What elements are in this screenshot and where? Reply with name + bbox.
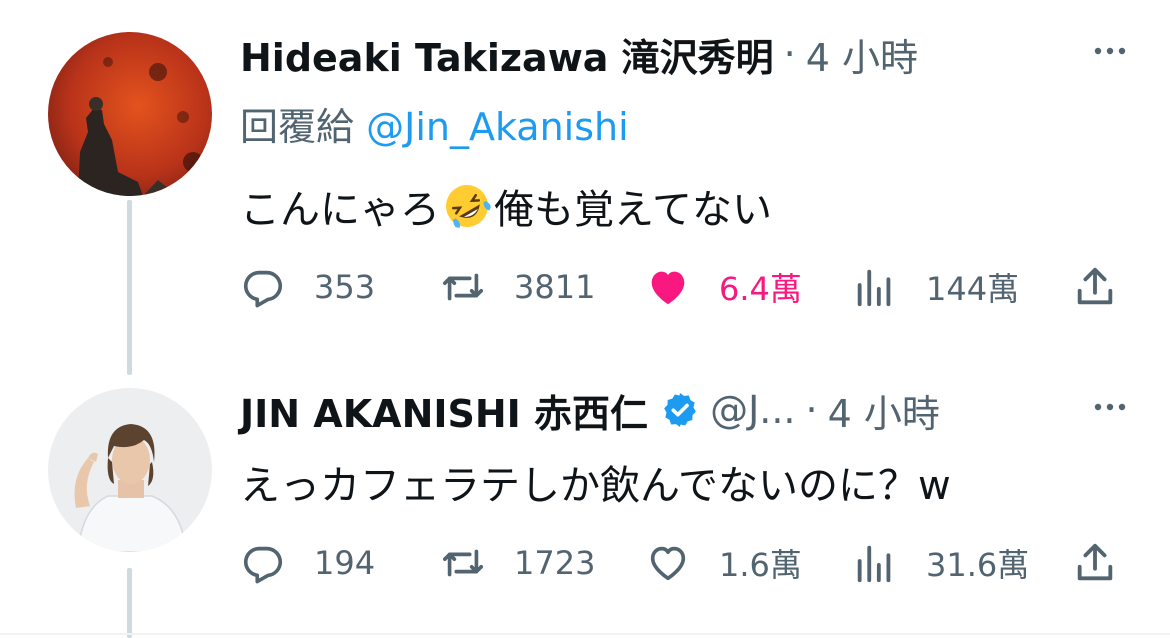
retweet-icon [442,549,484,577]
reply-context: 回覆給 @Jin_Akanishi [240,96,629,151]
views-count: 144萬 [926,270,1020,308]
like-button[interactable]: 1.6萬 [645,538,802,588]
reply-mention-link[interactable]: @Jin_Akanishi [366,105,629,149]
tweet-text-part-1: こんにゃろ [240,187,440,233]
separator-dot: · [783,32,796,76]
avatar-jin[interactable] [48,388,212,552]
more-icon[interactable] [1090,392,1130,422]
more-icon[interactable] [1090,36,1130,66]
views-count: 31.6萬 [926,546,1030,584]
retweet-button[interactable]: 1723 [440,538,595,588]
views-button[interactable]: 31.6萬 [852,538,1029,588]
like-count: 1.6萬 [719,546,802,584]
views-button[interactable]: 144萬 [852,262,1019,312]
reply-button[interactable]: 194 [240,538,375,588]
like-icon [650,546,686,581]
share-button[interactable] [1072,538,1146,588]
reply-icon [243,270,283,308]
reply-prefix: 回覆給 [240,105,355,149]
timestamp[interactable]: 4 小時 [828,383,940,438]
tweet-text: こんにゃろ 俺も覚えてない [240,176,772,236]
reply-icon [243,546,283,584]
tweet-text-part-2: 俺も覚えてない [494,187,772,233]
tweet-text: えっカフェラテしか飲んでないのに？w [240,452,951,512]
tweet-text-body: えっカフェラテしか飲んでないのに？w [240,463,951,509]
action-bar: 194 1723 1.6萬 31.6萬 [240,538,1120,588]
share-icon [1077,543,1113,581]
action-bar: 353 3811 6.4萬 144萬 [240,262,1120,312]
verified-badge-icon [660,390,700,430]
share-icon [1077,267,1113,305]
retweet-count: 3811 [514,268,596,306]
tweet-1[interactable]: Hideaki Takizawa 滝沢秀明 · 4 小時 回覆給 @Jin_Ak… [0,0,1170,375]
retweet-icon [442,273,484,301]
author-name[interactable]: JIN AKANISHI 赤西仁 [240,383,648,438]
separator-dot: · [805,388,818,432]
thread-line [127,200,132,375]
share-button[interactable] [1072,262,1146,312]
rolling-on-floor-laughing-emoji [442,181,492,231]
thread-line [127,568,132,638]
retweet-count: 1723 [514,544,596,582]
tweet-2[interactable]: JIN AKANISHI 赤西仁 @J... · 4 小時 えっカフェラテしか飲… [0,370,1170,638]
author-name[interactable]: Hideaki Takizawa 滝沢秀明 [240,27,774,82]
tweet-header: JIN AKANISHI 赤西仁 @J... · 4 小時 [240,382,1130,438]
views-icon [857,545,891,583]
tweet-header: Hideaki Takizawa 滝沢秀明 · 4 小時 [240,26,1130,82]
timestamp[interactable]: 4 小時 [806,27,918,82]
views-icon [857,269,891,307]
reply-count: 353 [314,268,376,306]
retweet-button[interactable]: 3811 [440,262,595,312]
reply-button[interactable]: 353 [240,262,375,312]
like-icon [651,271,685,305]
reply-count: 194 [314,544,376,582]
author-handle[interactable]: @J... [710,388,795,432]
like-button[interactable]: 6.4萬 [645,262,802,312]
avatar-hideaki[interactable] [48,32,212,196]
like-count: 6.4萬 [719,270,802,308]
